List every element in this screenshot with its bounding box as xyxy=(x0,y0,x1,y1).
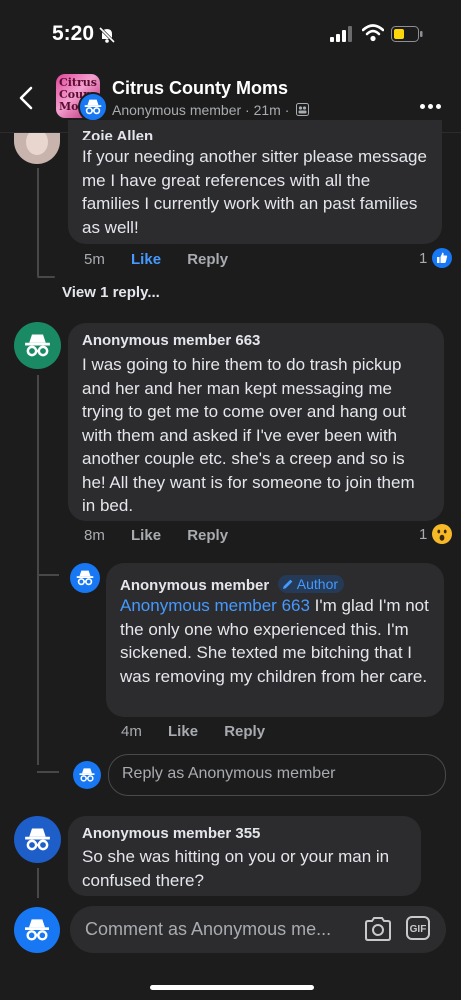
back-arrow-icon[interactable] xyxy=(18,86,34,110)
reply-actions: 4m Like Reply xyxy=(121,723,287,740)
comment-input[interactable]: Comment as Anonymous me... GIF xyxy=(70,906,446,953)
comment-author[interactable]: Anonymous member 663 xyxy=(82,332,260,349)
status-bar: 5:20 xyxy=(0,0,461,64)
comment-text: So she was hitting on you or your man in… xyxy=(82,847,390,890)
group-avatar-text-1: Citrus xyxy=(59,76,98,89)
incognito-icon xyxy=(25,919,49,941)
like-button[interactable]: Like xyxy=(131,527,161,544)
home-indicator xyxy=(150,985,314,990)
post-meta-text: Anonymous member · 21m · xyxy=(112,102,290,118)
thread-line xyxy=(37,771,59,773)
reply-button[interactable]: Reply xyxy=(187,527,228,544)
reply-body: Anonymous member 663 I'm glad I'm not th… xyxy=(120,594,438,688)
incognito-icon xyxy=(84,99,102,115)
camera-icon[interactable] xyxy=(364,916,392,942)
like-button[interactable]: Like xyxy=(131,251,161,268)
comment-bubble: Anonymous member 355 So she was hitting … xyxy=(68,816,421,896)
group-name[interactable]: Citrus County Moms xyxy=(112,78,288,99)
comment-input-placeholder: Comment as Anonymous me... xyxy=(85,919,332,939)
pencil-icon xyxy=(282,579,293,589)
incognito-icon xyxy=(25,334,50,357)
reply-button[interactable]: Reply xyxy=(224,723,265,740)
wifi-icon xyxy=(362,24,384,42)
anonymous-member-badge xyxy=(78,92,108,122)
reply-author[interactable]: Anonymous member xyxy=(120,577,269,594)
reply-input-placeholder: Reply as Anonymous member xyxy=(122,765,336,782)
thread-line xyxy=(37,168,39,276)
reply-header: Anonymous member Author xyxy=(120,575,345,595)
reply-time: 4m xyxy=(121,723,142,740)
gif-icon[interactable]: GIF xyxy=(406,916,430,940)
thread-line xyxy=(37,375,39,765)
comment-author[interactable]: Zoie Allen xyxy=(82,128,153,140)
view-replies-link[interactable]: View 1 reply... xyxy=(62,284,160,301)
comment-bubble: Anonymous member 663 I was going to hire… xyxy=(68,323,444,521)
composer-avatar xyxy=(14,907,60,953)
cellular-signal-icon xyxy=(330,26,352,42)
more-options-icon[interactable] xyxy=(420,96,444,114)
author-badge: Author xyxy=(277,575,345,593)
incognito-icon xyxy=(79,768,95,782)
incognito-icon xyxy=(25,828,50,851)
thread-line xyxy=(37,574,59,576)
reply-input[interactable]: Reply as Anonymous member xyxy=(108,754,446,796)
thread-line xyxy=(37,868,39,898)
commenter-avatar[interactable] xyxy=(14,322,61,369)
group-privacy-icon xyxy=(296,103,310,116)
comment-actions: 8m Like Reply xyxy=(84,527,250,544)
mention-link[interactable]: Anonymous member 663 xyxy=(120,596,310,615)
reply-avatar[interactable] xyxy=(70,563,100,593)
status-time: 5:20 xyxy=(52,22,95,45)
incognito-icon xyxy=(76,570,94,586)
thread-line xyxy=(37,276,55,278)
author-badge-label: Author xyxy=(296,576,339,592)
comment-actions: 5m Like Reply xyxy=(84,251,250,268)
commenter-avatar[interactable] xyxy=(14,133,60,164)
composer-avatar xyxy=(73,761,101,789)
wow-icon[interactable] xyxy=(432,524,452,544)
reply-bubble: Anonymous member Author Anonymous member… xyxy=(106,563,444,717)
reaction-count: 1 xyxy=(419,250,428,267)
bell-muted-icon xyxy=(98,26,116,44)
like-icon[interactable] xyxy=(432,248,452,268)
comment-text: If your needing another sitter please me… xyxy=(82,147,427,237)
comment-text: I was going to hire them to do trash pic… xyxy=(82,355,415,515)
post-subtitle: Anonymous member · 21m · xyxy=(112,102,310,118)
group-avatar-text-3: Mo xyxy=(59,100,79,113)
battery-icon xyxy=(391,26,423,42)
comment-author[interactable]: Anonymous member 355 xyxy=(82,825,260,842)
comment-bubble: Zoie Allen If your needing another sitte… xyxy=(68,120,442,244)
commenter-avatar[interactable] xyxy=(14,816,61,863)
comment-time: 5m xyxy=(84,251,105,268)
reply-button[interactable]: Reply xyxy=(187,251,228,268)
like-button[interactable]: Like xyxy=(168,723,198,740)
reaction-count: 1 xyxy=(419,526,428,543)
comment-time: 8m xyxy=(84,527,105,544)
